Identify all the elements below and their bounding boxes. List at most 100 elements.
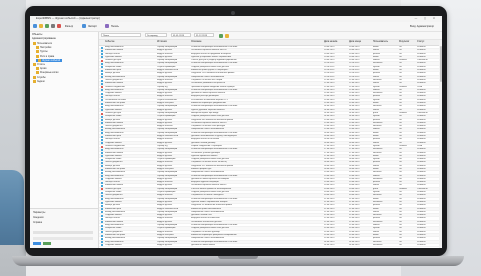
sidebar-bottom-toolbar xyxy=(33,237,93,240)
event-type-icon xyxy=(101,188,103,191)
folder-icon xyxy=(36,54,39,58)
event-type-icon xyxy=(101,148,103,151)
user-login-label: Вход: Администратор xyxy=(410,25,434,28)
event-type-icon xyxy=(101,201,103,204)
export-icon[interactable] xyxy=(82,24,86,28)
sidebar-item[interactable]: Группы xyxy=(36,50,48,54)
column-header[interactable]: Статус xyxy=(417,41,424,43)
sidebar-item[interactable]: Службы xyxy=(33,75,46,79)
event-type-icon xyxy=(101,63,103,66)
sidebar-item-label: Группы xyxy=(40,51,48,54)
apply-filter-icon[interactable] xyxy=(219,33,223,38)
sidebar: Объекты Администрирование Пользователи На… xyxy=(30,32,99,248)
event-type-icon xyxy=(101,185,103,188)
open-icon[interactable] xyxy=(39,24,43,28)
vertical-scrollbar[interactable] xyxy=(439,40,442,248)
event-type-icon xyxy=(101,82,103,85)
toolbar: Фильтр Экспорт Печать Вход: Администрато… xyxy=(30,22,442,32)
event-type-icon xyxy=(101,165,103,168)
toolbar-print-button[interactable]: Печать xyxy=(111,25,119,28)
column-header[interactable]: Пользователь xyxy=(373,41,388,43)
event-type-icon xyxy=(101,109,103,112)
toolbar-filter-button[interactable]: Фильтр xyxy=(65,25,73,28)
event-type-icon xyxy=(101,69,103,72)
column-header[interactable]: Дата конца xyxy=(349,41,361,43)
scrollbar-thumb[interactable] xyxy=(439,46,442,82)
folder-icon xyxy=(36,67,39,71)
event-type-icon xyxy=(101,198,103,201)
table-row[interactable]: Создание записи Модуль данных Добавлена но… xyxy=(99,243,442,248)
table-cell: Создание записи xyxy=(105,243,122,246)
event-type-icon xyxy=(101,129,103,132)
table-cell: OK xyxy=(399,243,403,246)
event-type-icon xyxy=(101,168,103,171)
date-to-field[interactable]: 31.12.2019 xyxy=(194,33,214,37)
folder-icon xyxy=(33,63,36,66)
event-type-icon xyxy=(101,96,103,99)
sidebar-item[interactable]: Журнал событий xyxy=(36,58,63,62)
event-type-icon xyxy=(101,244,103,247)
event-type-icon xyxy=(101,161,103,164)
event-type-icon xyxy=(101,194,103,197)
event-type-icon xyxy=(101,218,103,221)
column-header[interactable]: Результат xyxy=(399,41,409,43)
toolbar-export-button[interactable]: Экспорт xyxy=(88,25,97,28)
sidebar-bottom-item[interactable]: Сведения xyxy=(33,217,44,219)
event-type-icon xyxy=(101,155,103,158)
column-header[interactable]: Описание xyxy=(191,41,202,43)
sidebar-item[interactable]: Отчёты xyxy=(33,63,45,66)
sidebar-action-button[interactable] xyxy=(43,242,51,245)
search-input[interactable]: Поиск xyxy=(101,33,141,37)
event-type-icon xyxy=(101,158,103,161)
event-type-icon xyxy=(101,135,103,138)
sidebar-bottom-panel: Параметры Сведения Справка xyxy=(30,208,98,248)
event-type-icon xyxy=(101,56,103,59)
print-icon[interactable] xyxy=(105,24,109,28)
event-type-icon xyxy=(101,214,103,217)
event-type-icon xyxy=(101,227,103,230)
refresh-icon[interactable] xyxy=(51,24,55,28)
sidebar-bottom-item[interactable]: Параметры xyxy=(33,212,45,214)
window-controls[interactable]: — ◻ ✕ xyxy=(415,17,438,20)
save-icon[interactable] xyxy=(45,24,49,28)
webcam xyxy=(231,11,235,15)
sidebar-subheader: Администрирование xyxy=(32,37,56,40)
column-header[interactable]: Источник xyxy=(157,41,167,43)
folder-icon xyxy=(33,75,36,79)
sidebar-item-label: Задачи xyxy=(37,80,45,83)
column-header[interactable]: Дата начала xyxy=(324,41,337,43)
event-type-icon xyxy=(101,119,103,122)
date-from-field[interactable]: 01.01.2019 xyxy=(171,33,191,37)
event-type-icon xyxy=(101,102,103,105)
sidebar-item[interactable]: Настройки xyxy=(36,46,51,49)
sidebar-bottom-item[interactable]: Справка xyxy=(33,222,42,224)
event-type-icon xyxy=(101,112,103,115)
sidebar-item-label: Архив xyxy=(40,68,47,71)
event-type-icon xyxy=(101,234,103,237)
event-type-icon xyxy=(101,125,103,128)
sidebar-action-button[interactable] xyxy=(33,242,41,245)
person-shoulder xyxy=(0,170,24,245)
period-label[interactable]: За период xyxy=(145,33,167,37)
sidebar-item-label: Пользователи xyxy=(37,43,52,46)
filter-bar: Поиск За период 01.01.2019 31.12.2019 xyxy=(99,32,442,40)
sidebar-item-label: Отчёты xyxy=(37,64,46,67)
sidebar-header: Объекты xyxy=(32,33,43,36)
delete-icon[interactable] xyxy=(57,24,61,28)
sidebar-item[interactable]: Роли и права xyxy=(36,54,55,58)
sidebar-bottom-toolbar xyxy=(33,231,93,234)
sidebar-item-label: Роли и права xyxy=(40,55,55,58)
sidebar-item[interactable]: Пользователи xyxy=(33,42,52,45)
event-type-icon xyxy=(101,86,103,89)
table-cell: Добавлена новая заявка xyxy=(191,243,215,246)
new-icon[interactable] xyxy=(33,24,37,28)
event-type-icon xyxy=(101,231,103,234)
clear-filter-icon[interactable] xyxy=(225,33,229,38)
event-type-icon xyxy=(101,79,103,82)
sidebar-item[interactable]: Задачи xyxy=(33,79,45,83)
column-header[interactable]: Событие xyxy=(105,41,115,43)
event-type-icon xyxy=(101,99,103,102)
sidebar-item[interactable]: Архив xyxy=(36,67,46,70)
laptop-base xyxy=(12,256,464,266)
sidebar-item[interactable]: Резервные копии xyxy=(36,71,58,75)
